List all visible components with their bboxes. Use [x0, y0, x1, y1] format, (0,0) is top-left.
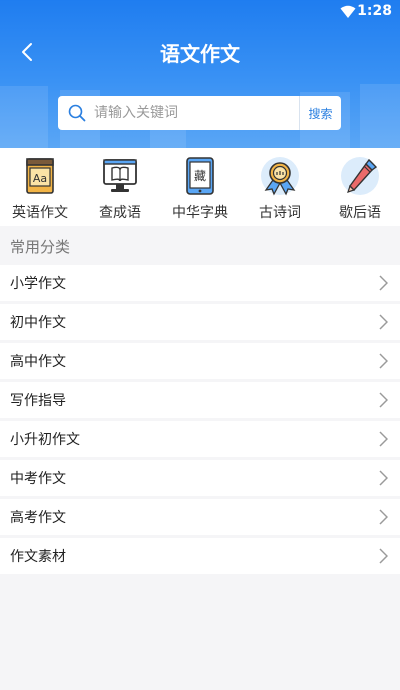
- dictionary-tablet-icon: 藏: [186, 157, 214, 195]
- chevron-right-icon: [379, 431, 388, 447]
- shortcut-label: 中华字典: [172, 205, 228, 221]
- section-title: 常用分类: [10, 238, 71, 256]
- status-time: 1:28: [357, 3, 392, 19]
- shortcut-label: 古诗词: [259, 205, 301, 221]
- list-item[interactable]: 高中作文: [0, 343, 400, 379]
- wifi-icon: [340, 5, 356, 18]
- list-item[interactable]: 小学作文: [0, 265, 400, 301]
- shortcut-idiom-lookup[interactable]: 查成语: [80, 148, 160, 226]
- chevron-right-icon: [379, 353, 388, 369]
- search-field[interactable]: [58, 96, 299, 130]
- chevron-right-icon: [379, 548, 388, 564]
- search-button[interactable]: 搜索: [299, 96, 341, 130]
- list-item[interactable]: 中考作文: [0, 460, 400, 496]
- idiom-monitor-icon: [103, 159, 137, 192]
- svg-text:Aa: Aa: [33, 172, 47, 185]
- list-item[interactable]: 作文素材: [0, 538, 400, 574]
- chevron-right-icon: [379, 509, 388, 525]
- banner-decoration: [0, 86, 48, 148]
- shortcut-chinese-dictionary[interactable]: 藏 中华字典: [160, 148, 240, 226]
- list-item[interactable]: 高考作文: [0, 499, 400, 535]
- list-item-label: 中考作文: [10, 471, 66, 487]
- nav-bar: 语文作文: [0, 24, 400, 80]
- chevron-right-icon: [379, 314, 388, 330]
- chevron-right-icon: [379, 392, 388, 408]
- list-item-label: 高中作文: [10, 354, 66, 370]
- search-bar: 搜索: [58, 96, 341, 130]
- header-banner: 1:28 语文作文 搜索: [0, 0, 400, 148]
- status-bar: 1:28: [0, 0, 400, 24]
- list-item-label: 作文素材: [10, 549, 66, 565]
- shortcut-xiehouyu[interactable]: 歇后语: [320, 148, 400, 226]
- shortcut-ancient-poetry[interactable]: 古诗词: [240, 148, 320, 226]
- chevron-right-icon: [379, 275, 388, 291]
- list-item[interactable]: 初中作文: [0, 304, 400, 340]
- list-item[interactable]: 写作指导: [0, 382, 400, 418]
- shortcut-english-composition[interactable]: Aa 英语作文: [0, 148, 80, 226]
- chevron-right-icon: [379, 470, 388, 486]
- list-item-label: 初中作文: [10, 315, 66, 331]
- shortcut-grid: Aa 英语作文 查成语 藏 中华字典 古诗词 歇后语: [0, 148, 400, 226]
- english-book-icon: Aa: [26, 158, 54, 194]
- list-item-label: 写作指导: [10, 393, 66, 409]
- shortcut-label: 歇后语: [339, 205, 381, 221]
- list-item-label: 小升初作文: [10, 432, 80, 448]
- page-title: 语文作文: [160, 42, 240, 66]
- list-item-label: 高考作文: [10, 510, 66, 526]
- list-item[interactable]: 小升初作文: [0, 421, 400, 457]
- list-item-label: 小学作文: [10, 276, 66, 292]
- banner-decoration: [360, 84, 400, 148]
- search-input[interactable]: [94, 105, 284, 121]
- shortcut-label: 英语作文: [12, 205, 68, 221]
- svg-text:藏: 藏: [194, 169, 206, 183]
- shortcut-label: 查成语: [99, 205, 141, 221]
- search-icon: [68, 104, 86, 122]
- category-list: 小学作文 初中作文 高中作文 写作指导 小升初作文 中考作文 高考作文 作文素材: [0, 265, 400, 577]
- poetry-medal-icon: [261, 157, 299, 196]
- pencil-icon: [341, 157, 379, 195]
